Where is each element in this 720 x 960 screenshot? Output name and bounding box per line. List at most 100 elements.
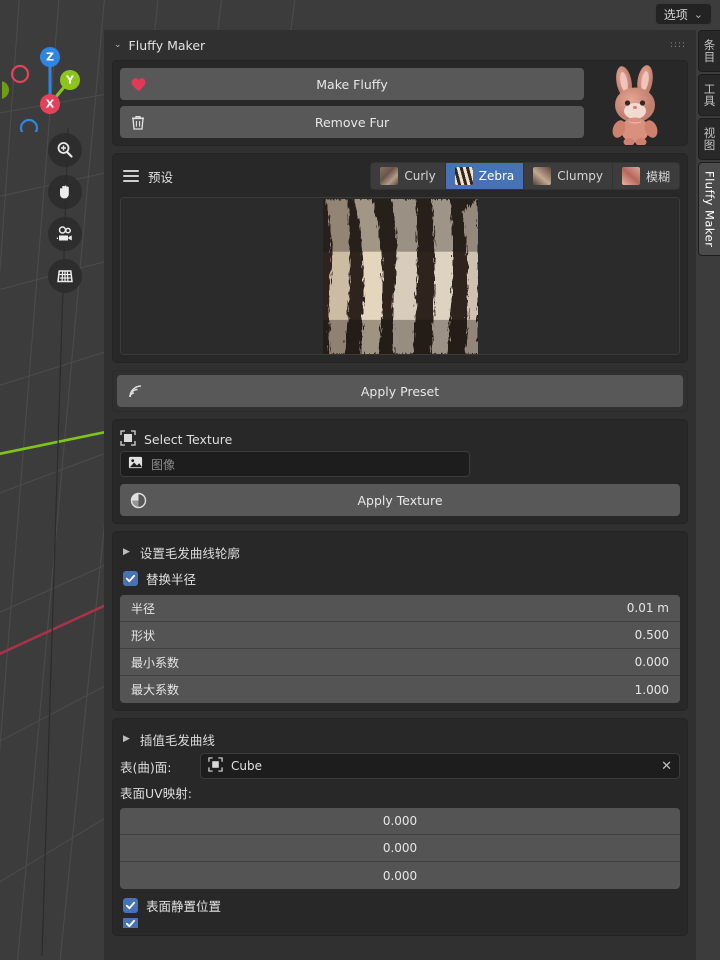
sphere-shade-icon <box>130 492 147 509</box>
preset-label: 预设 <box>148 169 174 185</box>
uv-value-rows: 0.000 0.000 0.000 <box>120 808 680 889</box>
apply-texture-button[interactable]: Apply Texture <box>120 484 680 516</box>
gizmo-axis-y[interactable]: Y <box>60 70 80 90</box>
options-dropdown-button[interactable]: 选项 ⌄ <box>654 3 712 25</box>
surface-object-value: Cube <box>231 759 262 773</box>
preset-row: 预设 Curly Zebra Clumpy 模糊 <box>120 161 680 191</box>
apply-preset-label: Apply Preset <box>360 383 440 399</box>
make-fluffy-label: Make Fluffy <box>316 76 388 92</box>
blur-swatch-icon <box>621 167 640 185</box>
curly-swatch-icon <box>380 167 399 185</box>
replace-radius-checkbox-row[interactable]: 替换半径 <box>120 565 680 591</box>
image-select-icon <box>120 429 136 449</box>
ortho-tool-button[interactable] <box>48 259 82 293</box>
preset-tab-zebra[interactable]: Zebra <box>445 163 525 189</box>
property-row[interactable]: 最小系数 0.000 <box>120 649 680 676</box>
apply-texture-label: Apply Texture <box>357 492 443 508</box>
image-field-placeholder: 图像 <box>151 457 176 472</box>
sidebar-tab-fluffy-maker[interactable]: Fluffy Maker <box>698 162 720 257</box>
next-checkbox-row-cutoff[interactable] <box>120 918 680 928</box>
panel-title: Fluffy Maker <box>128 37 206 53</box>
property-label: 形状 <box>131 628 156 643</box>
gizmo-axis-x[interactable]: X <box>40 94 60 114</box>
surface-label: 表(曲)面: <box>120 759 172 775</box>
hamburger-icon[interactable] <box>123 170 139 182</box>
zebra-swatch-icon <box>454 167 473 185</box>
make-fluffy-button[interactable]: Make Fluffy <box>120 68 584 100</box>
triangle-right-icon[interactable]: ▶ <box>123 734 130 744</box>
preset-tab-curly-label: Curly <box>404 169 436 183</box>
preset-tab-blur[interactable]: 模糊 <box>613 163 679 189</box>
curve-arc-icon <box>127 383 145 399</box>
camera-tool-button[interactable] <box>48 217 82 251</box>
preset-tab-curly[interactable]: Curly <box>371 163 446 189</box>
curve-profile-title: 设置毛发曲线轮廓 <box>139 545 240 561</box>
image-icon <box>128 455 143 473</box>
sidebar-tab-item[interactable]: 条目 <box>698 30 720 72</box>
bunny-thumbnail <box>592 65 680 145</box>
texture-block: Select Texture 图像 Apply Texture <box>112 419 688 524</box>
camera-icon <box>56 225 72 240</box>
gizmo-axis-z[interactable]: Z <box>40 47 60 67</box>
preset-block: 预设 Curly Zebra Clumpy 模糊 <box>112 153 688 363</box>
preset-tab-group: Curly Zebra Clumpy 模糊 <box>370 162 680 190</box>
sidebar-tab-view[interactable]: 视图 <box>698 118 720 160</box>
options-label: 选项 <box>663 7 688 22</box>
uv-value-row[interactable]: 0.000 <box>120 808 680 835</box>
zoom-tool-button[interactable] <box>48 133 82 167</box>
interpolate-title: 插值毛发曲线 <box>139 732 215 748</box>
property-value: 0.01 m <box>626 601 669 615</box>
surface-row: 表(曲)面: Cube ✕ <box>120 752 680 780</box>
curve-profile-header[interactable]: ▶ 设置毛发曲线轮廓 <box>120 539 680 565</box>
gizmo-y-label: Y <box>66 73 74 87</box>
remove-fur-label: Remove Fur <box>314 114 390 130</box>
zebra-fur-preview <box>322 198 478 354</box>
blender-window: Z Y X 选项 ⌄ 条目 工具 视图 Fluffy Maker ⌄ Fluff… <box>0 0 720 960</box>
checkbox-checked-icon[interactable] <box>123 897 138 913</box>
checkbox-checked-icon[interactable] <box>123 570 138 586</box>
property-value: 1.000 <box>634 682 669 697</box>
pan-tool-button[interactable] <box>48 175 82 209</box>
apply-preset-button[interactable]: Apply Preset <box>117 375 683 407</box>
uv-value-row[interactable]: 0.000 <box>120 835 680 862</box>
checkbox-checked-icon[interactable] <box>123 918 138 928</box>
object-data-icon <box>208 757 223 775</box>
chevron-down-icon[interactable]: ⌄ <box>114 40 122 50</box>
gizmo-z-label: Z <box>46 50 54 64</box>
property-row[interactable]: 形状 0.500 <box>120 622 680 649</box>
property-row[interactable]: 半径 0.01 m <box>120 595 680 622</box>
clear-object-icon[interactable]: ✕ <box>661 759 672 774</box>
interpolate-block: ▶ 插值毛发曲线 表(曲)面: Cube ✕ 表面UV映射: 0.000 0.0… <box>112 718 688 936</box>
preset-tab-zebra-label: Zebra <box>478 169 515 183</box>
property-row[interactable]: 最大系数 1.000 <box>120 676 680 703</box>
triangle-right-icon[interactable]: ▶ <box>123 547 130 557</box>
rest-position-label: 表面静置位置 <box>146 898 222 914</box>
preset-tab-clumpy-label: Clumpy <box>557 169 603 183</box>
drag-grip-icon[interactable]: :::: <box>670 40 686 49</box>
interpolate-header[interactable]: ▶ 插值毛发曲线 <box>120 726 680 752</box>
image-search-field[interactable]: 图像 <box>120 451 470 477</box>
surface-object-field[interactable]: Cube ✕ <box>200 753 680 779</box>
apply-preset-block: Apply Preset <box>112 370 688 412</box>
property-label: 最小系数 <box>131 655 180 670</box>
hand-icon <box>60 185 69 199</box>
property-value: 0.500 <box>634 628 669 642</box>
rest-position-checkbox-row[interactable]: 表面静置位置 <box>120 892 680 918</box>
sidebar-tab-tool[interactable]: 工具 <box>698 74 720 116</box>
uv-value-row[interactable]: 0.000 <box>120 862 680 889</box>
remove-fur-button[interactable]: Remove Fur <box>120 106 584 138</box>
navigation-gizmo[interactable]: Z Y X <box>0 32 102 138</box>
grid-perspective-icon <box>57 270 73 283</box>
replace-radius-label: 替换半径 <box>146 571 197 587</box>
actions-block: Make Fluffy Remove Fur <box>112 60 688 146</box>
viewport-tool-buttons <box>48 133 82 293</box>
preset-tab-clumpy[interactable]: Clumpy <box>524 163 613 189</box>
preset-tab-blur-label: 模糊 <box>645 169 670 184</box>
gizmo-x-label: X <box>45 97 55 111</box>
panel-header[interactable]: ⌄ Fluffy Maker :::: <box>104 30 696 60</box>
fluffy-maker-panel: ⌄ Fluffy Maker :::: Make Fluffy Remove F… <box>104 30 696 960</box>
uv-map-label: 表面UV映射: <box>120 785 192 801</box>
select-texture-row: Select Texture <box>120 427 680 451</box>
magnifier-plus-icon <box>57 142 73 158</box>
curve-profile-block: ▶ 设置毛发曲线轮廓 替换半径 半径 0.01 m 形状 0.500 最小系数 … <box>112 531 688 711</box>
